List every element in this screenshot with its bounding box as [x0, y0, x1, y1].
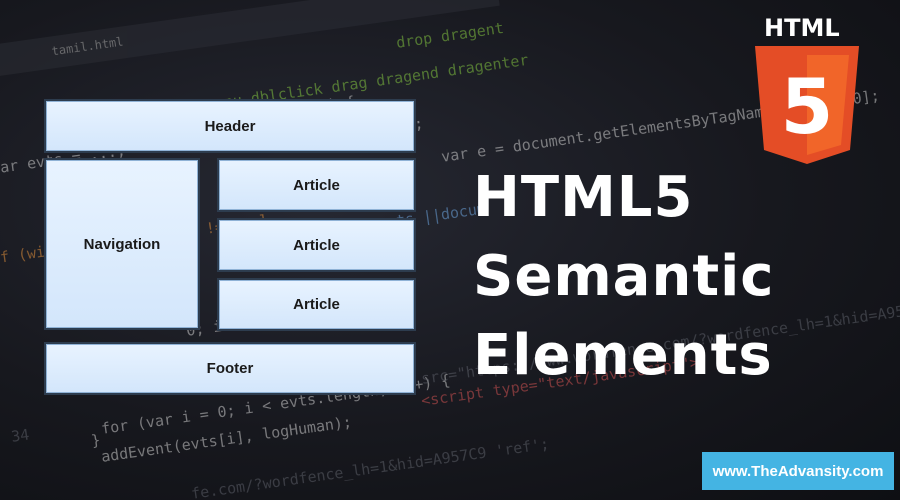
- header-label: Header: [204, 117, 256, 135]
- article-label: Article: [293, 176, 340, 194]
- website-url: www.TheAdvansity.com: [712, 462, 884, 480]
- html5-shield-icon: 5: [755, 46, 859, 164]
- title-line-1: HTML5: [473, 165, 694, 230]
- diagram-article-2: Article: [217, 218, 416, 272]
- navigation-label: Navigation: [83, 235, 161, 253]
- logo-digit: 5: [781, 62, 834, 151]
- diagram-footer: Footer: [44, 342, 416, 395]
- editor-tab: tamil.html: [50, 34, 125, 59]
- code-line: 34: [10, 425, 31, 446]
- title-line-2: Semantic: [473, 244, 775, 309]
- code-line: drop dragent: [395, 18, 505, 52]
- code-line: }: [90, 430, 102, 450]
- diagram-header: Header: [44, 99, 416, 153]
- article-label: Article: [293, 296, 340, 313]
- diagram-article-3: Article: [217, 278, 416, 331]
- footer-label: Footer: [206, 360, 254, 377]
- diagram-article-1: Article: [217, 158, 416, 212]
- title-line-3: Elements: [473, 323, 773, 388]
- website-badge[interactable]: www.TheAdvansity.com: [702, 452, 894, 490]
- article-label: Article: [293, 236, 340, 254]
- diagram-navigation: Navigation: [44, 158, 200, 330]
- html-word: HTML: [764, 14, 840, 42]
